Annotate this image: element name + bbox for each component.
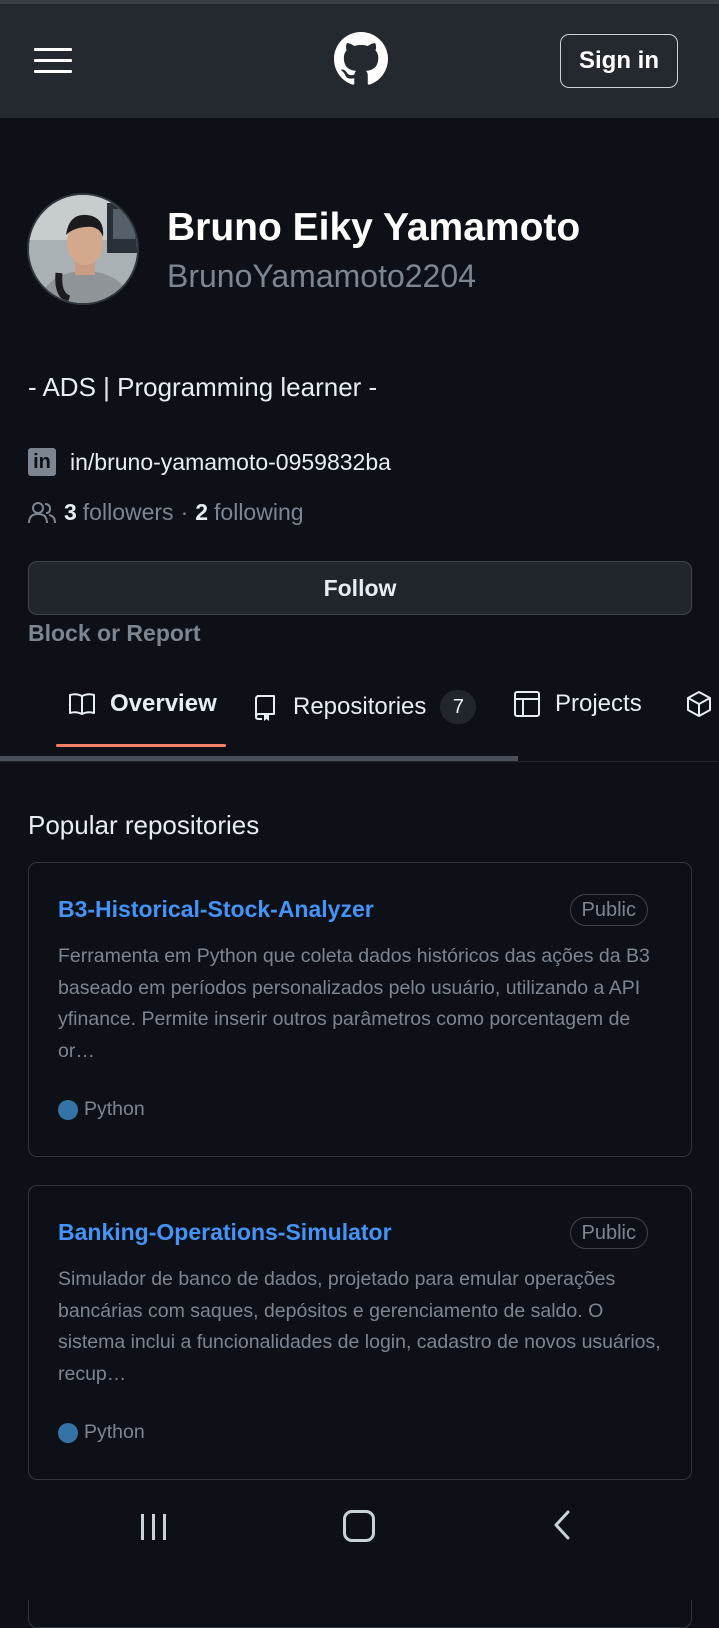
menu-icon[interactable] [34,48,74,78]
profile-username: BrunoYamamoto2204 [167,258,476,294]
following-count: 2 [195,499,209,525]
tab-overview-label: Overview [110,690,217,717]
repo-icon [255,695,275,721]
repo-description: Simulador de banco de dados, projetado p… [58,1268,661,1385]
linkedin-link[interactable]: in in/bruno-yamamoto-0959832ba [28,448,391,476]
sign-in-button[interactable]: Sign in [560,34,678,88]
following-label: following [214,499,304,525]
follow-button[interactable]: Follow [28,561,692,615]
followers-label: followers [82,499,174,525]
visibility-badge: Public [569,894,648,926]
tab-overview[interactable]: Overview [68,690,217,718]
follow-stats: 3 followers · 2 following [28,499,304,526]
people-icon [28,501,56,523]
repo-name-link[interactable]: Banking-Operations-Simulator [58,1219,392,1246]
repo-language: Python [58,1421,145,1444]
tab-repositories-label: Repositories [293,693,427,720]
linkedin-url[interactable]: in/bruno-yamamoto-0959832ba [70,449,391,476]
table-icon [514,691,540,717]
repo-card: Banking-Operations-Simulator Public Simu… [28,1185,692,1480]
popular-repositories-title: Popular repositories [28,810,260,840]
separator: · [180,499,189,525]
home-icon[interactable] [343,1510,375,1542]
top-header: Sign in [0,0,719,118]
followers-link[interactable]: 3 followers [64,499,174,526]
followers-count: 3 [64,499,77,525]
repo-language: Python [58,1098,145,1121]
profile-tabs: Overview Repositories 7 Projects [0,664,719,762]
language-label: Python [84,1421,145,1443]
repo-description: Ferramenta em Python que coleta dados hi… [58,945,650,1062]
linkedin-icon: in [28,448,56,476]
tab-packages[interactable] [685,690,719,718]
active-tab-underline [56,744,226,747]
language-label: Python [84,1098,145,1120]
repositories-count-badge: 7 [440,690,477,724]
tabs-divider [0,761,719,762]
following-link[interactable]: 2 following [195,499,303,526]
language-color-dot [58,1099,78,1120]
package-icon [687,691,711,717]
avatar[interactable] [27,193,139,305]
language-color-dot [58,1422,78,1443]
block-or-report-link[interactable]: Block or Report [28,620,201,647]
tab-projects[interactable]: Projects [513,690,642,718]
tab-repositories[interactable]: Repositories 7 [251,690,477,724]
github-logo-icon[interactable] [334,32,388,86]
tab-projects-label: Projects [555,690,642,717]
back-icon[interactable] [548,1508,576,1542]
recent-apps-icon[interactable] [141,1514,166,1540]
visibility-badge: Public [569,1217,648,1249]
repo-name-link[interactable]: B3-Historical-Stock-Analyzer [58,896,374,923]
profile-full-name: Bruno Eiky Yamamoto [167,206,581,249]
book-icon [69,693,95,715]
profile-bio: - ADS | Programming learner - [28,372,378,402]
repo-card: B3-Historical-Stock-Analyzer Public Ferr… [28,862,692,1157]
